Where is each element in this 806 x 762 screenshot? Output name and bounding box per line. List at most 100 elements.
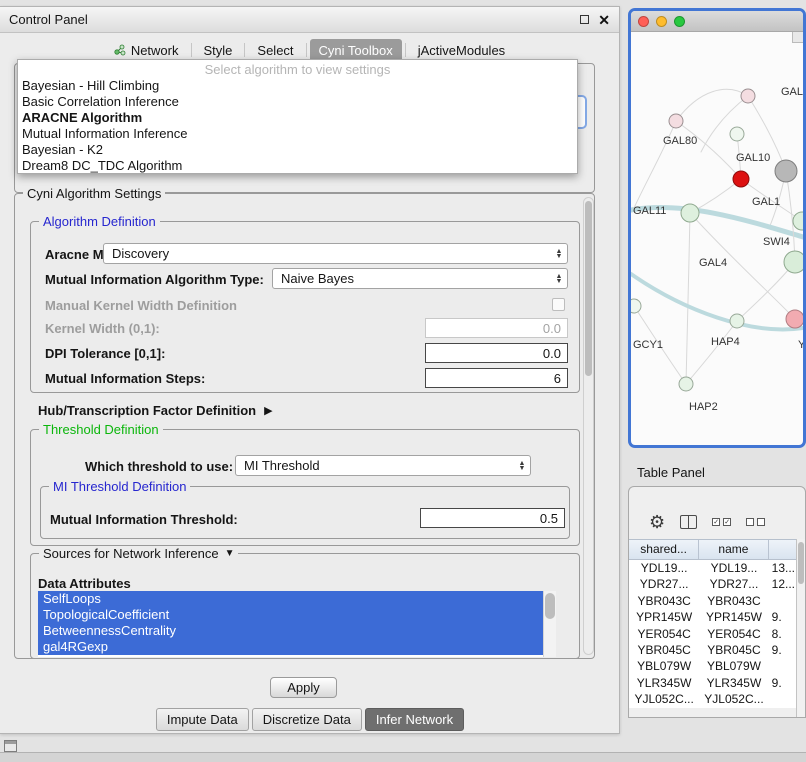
attribute-list-scrollbar[interactable]: [543, 591, 556, 657]
network-node[interactable]: [793, 212, 803, 230]
table-cell: YBL079W: [629, 658, 699, 674]
table-cell: YBR045C: [699, 642, 768, 658]
birds-eye-button[interactable]: [792, 32, 803, 43]
close-dot-icon[interactable]: [638, 16, 649, 27]
zoom-dot-icon[interactable]: [674, 16, 685, 27]
attribute-item-topologicalcoefficient[interactable]: TopologicalCoefficient: [38, 607, 543, 623]
algorithm-option-basic-correlation-inference[interactable]: Basic Correlation Inference: [18, 94, 577, 110]
settings-scrollbar[interactable]: [583, 197, 594, 655]
restore-panel-icon[interactable]: [4, 740, 17, 752]
network-node-label: GAL80: [663, 135, 697, 147]
table-row[interactable]: YBR043CYBR043C: [629, 593, 805, 609]
algorithm-option-dream8-dc-tdc-algorithm[interactable]: Dream8 DC_TDC Algorithm: [18, 158, 577, 174]
settings-scrollbar-thumb[interactable]: [585, 201, 592, 376]
algorithm-option-bayesian-k2[interactable]: Bayesian - K2: [18, 142, 577, 158]
tab-label: Network: [131, 43, 179, 58]
network-node[interactable]: [733, 171, 749, 187]
select-all-icon[interactable]: ✓ ✓: [712, 518, 731, 526]
table-row[interactable]: YBR045CYBR045C9.: [629, 642, 805, 658]
mi-type-select[interactable]: Naive Bayes ▲▼: [272, 268, 568, 289]
manual-kernel-checkbox[interactable]: [552, 298, 565, 311]
bottom-tab-impute-data[interactable]: Impute Data: [156, 708, 249, 731]
dpi-tolerance-field[interactable]: 0.0: [425, 343, 568, 363]
tab-label: Select: [257, 43, 293, 58]
attribute-item-selfloops[interactable]: SelfLoops: [38, 591, 543, 607]
which-threshold-select[interactable]: MI Threshold ▲▼: [235, 455, 531, 476]
network-node[interactable]: [631, 299, 641, 313]
algorithm-popup-header: Select algorithm to view settings: [18, 61, 577, 78]
table-row[interactable]: YJL052C...YJL052C...: [629, 691, 805, 707]
mi-steps-field[interactable]: 6: [425, 368, 568, 388]
network-edge: [686, 213, 690, 384]
columns-icon[interactable]: [680, 515, 697, 529]
algorithm-option-bayesian-hill-climbing[interactable]: Bayesian - Hill Climbing: [18, 78, 577, 94]
table-cell: YDL19...: [629, 560, 699, 576]
attribute-list-scrollbar-thumb[interactable]: [545, 593, 555, 619]
network-node[interactable]: [775, 160, 797, 182]
gear-icon[interactable]: ⚙: [649, 513, 665, 531]
mi-threshold-label: Mutual Information Threshold:: [50, 512, 238, 527]
float-window-icon[interactable]: [580, 15, 589, 24]
network-view-window: GALGAL80GAL10GAL11GAL1SWI4GAL4GCY1HAP4HA…: [628, 8, 806, 448]
bottom-tab-bar: Impute DataDiscretize DataInfer Network: [0, 708, 620, 731]
kernel-width-field[interactable]: 0.0: [425, 318, 568, 338]
network-node[interactable]: [730, 127, 744, 141]
sources-title-row[interactable]: Sources for Network Inference ▼: [39, 546, 238, 561]
tab-divider: [405, 43, 406, 57]
bottom-tab-discretize-data[interactable]: Discretize Data: [252, 708, 362, 731]
hub-section-toggle[interactable]: Hub/Transcription Factor Definition ▶: [38, 403, 273, 418]
network-node[interactable]: [741, 89, 755, 103]
threshold-title: Threshold Definition: [39, 422, 163, 437]
table-cell: YLR345W: [699, 675, 768, 691]
table-row[interactable]: YDR27...YDR27...12...: [629, 576, 805, 592]
algorithm-definition-title: Algorithm Definition: [39, 214, 160, 229]
table-cell: YPR145W: [629, 609, 699, 625]
table-row[interactable]: YDL19...YDL19...13...: [629, 560, 805, 576]
aracne-mode-value: Discovery: [112, 246, 169, 261]
attribute-item-gal4rgexp[interactable]: gal4RGexp: [38, 639, 543, 655]
unchecked-box-icon: [757, 518, 765, 526]
attribute-list: SelfLoopsTopologicalCoefficientBetweenne…: [38, 591, 556, 655]
network-view[interactable]: GALGAL80GAL10GAL11GAL1SWI4GAL4GCY1HAP4HA…: [631, 32, 803, 445]
mi-threshold-title: MI Threshold Definition: [49, 479, 190, 494]
table-row[interactable]: YPR145WYPR145W9.: [629, 609, 805, 625]
checked-box-icon: ✓: [723, 518, 731, 526]
table-row[interactable]: YER054CYER054C8.: [629, 626, 805, 642]
tab-divider: [306, 43, 307, 57]
bottom-tab-infer-network[interactable]: Infer Network: [365, 708, 464, 731]
network-node[interactable]: [669, 114, 683, 128]
network-node[interactable]: [784, 251, 803, 273]
table-scrollbar[interactable]: [796, 539, 805, 717]
table-cell: YBL079W: [699, 658, 768, 674]
table-row[interactable]: YLR345WYLR345W9.: [629, 675, 805, 691]
network-node[interactable]: [786, 310, 803, 328]
combo-arrows-icon: ▲▼: [551, 249, 567, 259]
close-icon[interactable]: ✕: [598, 13, 610, 27]
table-row[interactable]: YBL079WYBL079W: [629, 658, 805, 674]
network-node[interactable]: [730, 314, 744, 328]
network-node[interactable]: [679, 377, 693, 391]
network-node[interactable]: [681, 204, 699, 222]
algorithm-option-aracne-algorithm[interactable]: ARACNE Algorithm: [18, 110, 577, 126]
attribute-item-betweennesscentrality[interactable]: BetweennessCentrality: [38, 623, 543, 639]
network-canvas[interactable]: GALGAL80GAL10GAL11GAL1SWI4GAL4GCY1HAP4HA…: [631, 32, 803, 445]
column-header-shared-[interactable]: shared...: [629, 540, 699, 559]
settings-group-title: Cyni Algorithm Settings: [23, 186, 165, 201]
table-scrollbar-thumb[interactable]: [798, 542, 804, 584]
network-node-label: GCY1: [633, 339, 663, 351]
aracne-mode-select[interactable]: Discovery ▲▼: [103, 243, 568, 264]
algorithm-dropdown-popup: Select algorithm to view settings Bayesi…: [17, 59, 578, 174]
apply-button[interactable]: Apply: [270, 677, 337, 698]
checked-box-icon: ✓: [712, 518, 720, 526]
mi-threshold-field[interactable]: 0.5: [420, 508, 565, 528]
algorithm-popup-list: Bayesian - Hill ClimbingBasic Correlatio…: [18, 78, 577, 174]
table-body: YDL19...YDL19...13...YDR27...YDR27...12.…: [629, 560, 805, 708]
algorithm-option-mutual-information-inference[interactable]: Mutual Information Inference: [18, 126, 577, 142]
table-panel-title: Table Panel: [637, 465, 705, 480]
minimize-dot-icon[interactable]: [656, 16, 667, 27]
column-header-name[interactable]: name: [699, 540, 768, 559]
combo-arrows-icon: ▲▼: [551, 274, 567, 284]
unselect-all-icon[interactable]: [746, 518, 765, 526]
mi-type-label: Mutual Information Algorithm Type:: [45, 272, 264, 287]
table-cell: YDR27...: [699, 576, 768, 592]
